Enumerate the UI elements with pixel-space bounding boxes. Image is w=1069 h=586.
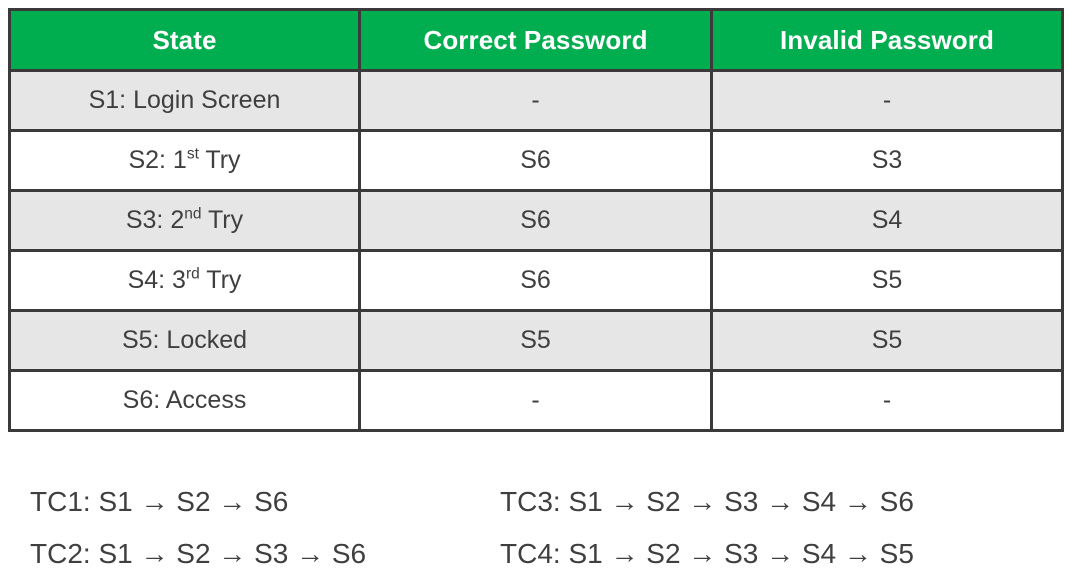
state-ordinal-suffix: nd xyxy=(184,205,202,223)
cell-invalid-password: - xyxy=(710,69,1064,132)
state-transition-table-container: State Correct Password Invalid Password … xyxy=(8,8,1064,432)
state-label-tail: Try xyxy=(199,266,242,294)
table-row: S2: 1st Try S6 S3 xyxy=(8,129,1064,192)
cell-state: S6: Access xyxy=(8,369,361,432)
cell-invalid-password: S4 xyxy=(710,189,1064,252)
table-row: S4: 3rd Try S6 S5 xyxy=(8,249,1064,312)
column-header-invalid-password: Invalid Password xyxy=(710,8,1064,72)
cell-state: S1: Login Screen xyxy=(8,69,361,132)
cell-correct-password: S6 xyxy=(358,129,713,192)
table-row: S3: 2nd Try S6 S4 xyxy=(8,189,1064,252)
test-cases-section: TC1: S1 → S2 → S6 TC3: S1 → S2 → S3 → S4… xyxy=(0,476,1069,580)
table-header-row: State Correct Password Invalid Password xyxy=(8,8,1064,72)
table-body: S1: Login Screen - - S2: 1st Try S6 S3 S… xyxy=(8,69,1064,432)
cell-correct-password: - xyxy=(358,69,713,132)
test-case-row: TC1: S1 → S2 → S6 TC3: S1 → S2 → S3 → S4… xyxy=(0,476,1069,528)
cell-correct-password: S5 xyxy=(358,309,713,372)
cell-invalid-password: S5 xyxy=(710,249,1064,312)
test-case-row: TC2: S1 → S2 → S3 → S6 TC4: S1 → S2 → S3… xyxy=(0,528,1069,580)
test-case-tc1: TC1: S1 → S2 → S6 xyxy=(30,486,289,517)
state-ordinal-suffix: st xyxy=(186,145,199,163)
test-case-tc3: TC3: S1 → S2 → S3 → S4 → S6 xyxy=(500,486,914,517)
column-header-correct-password: Correct Password xyxy=(358,8,713,72)
cell-state: S5: Locked xyxy=(8,309,361,372)
state-label-text: S2: 1 xyxy=(128,146,187,174)
cell-state: S2: 1st Try xyxy=(8,129,361,192)
state-label-text: S3: 2 xyxy=(125,206,185,234)
test-case-tc4: TC4: S1 → S2 → S3 → S4 → S5 xyxy=(500,538,914,569)
state-label-text: S5: Locked xyxy=(121,326,248,354)
cell-state: S3: 2nd Try xyxy=(8,189,361,252)
state-label-text: S4: 3 xyxy=(127,266,186,294)
test-case-tc2: TC2: S1 → S2 → S3 → S6 xyxy=(30,538,367,569)
cell-invalid-password: S5 xyxy=(710,309,1064,372)
state-label-text: S1: Login Screen xyxy=(88,86,281,114)
cell-correct-password: S6 xyxy=(358,189,713,252)
table-row: S6: Access - - xyxy=(8,369,1064,432)
table-row: S1: Login Screen - - xyxy=(8,69,1064,132)
cell-invalid-password: S3 xyxy=(710,129,1064,192)
state-ordinal-suffix: rd xyxy=(185,265,200,283)
state-label-tail: Try xyxy=(201,206,244,234)
table-header: State Correct Password Invalid Password xyxy=(8,8,1064,72)
cell-correct-password: - xyxy=(358,369,713,432)
state-transition-table: State Correct Password Invalid Password … xyxy=(8,8,1064,432)
state-label-text: S6: Access xyxy=(122,386,247,414)
cell-invalid-password: - xyxy=(710,369,1064,432)
state-label-tail: Try xyxy=(198,146,241,174)
cell-state: S4: 3rd Try xyxy=(8,249,361,312)
table-row: S5: Locked S5 S5 xyxy=(8,309,1064,372)
column-header-state: State xyxy=(8,8,361,72)
cell-correct-password: S6 xyxy=(358,249,713,312)
